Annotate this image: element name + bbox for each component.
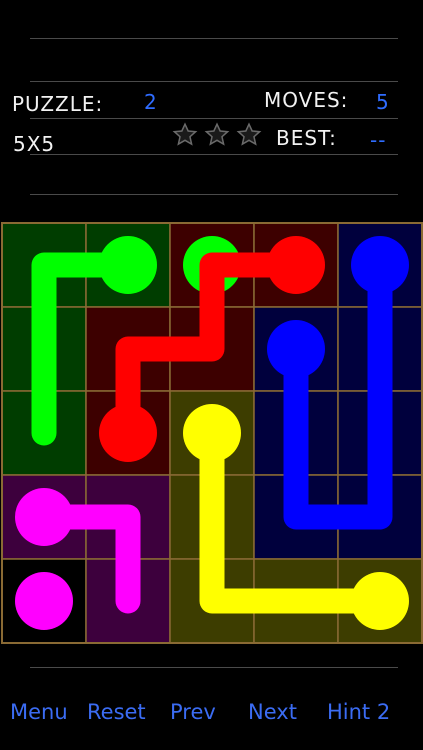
next-button[interactable]: Next — [248, 700, 297, 724]
blue-endpoint-dot[interactable] — [267, 320, 325, 378]
hint-button[interactable]: Hint 2 — [327, 700, 390, 724]
menu-button[interactable]: Menu — [10, 700, 68, 724]
magenta-endpoint-dot[interactable] — [15, 488, 73, 546]
red-endpoint-dot[interactable] — [99, 404, 157, 462]
green-endpoint-dot[interactable] — [99, 236, 157, 294]
magenta-endpoint-dot[interactable] — [15, 572, 73, 630]
puzzle-board[interactable] — [0, 0, 423, 750]
bottom-rule-1 — [30, 667, 398, 668]
yellow-endpoint-dot[interactable] — [183, 404, 241, 462]
yellow-endpoint-dot[interactable] — [351, 572, 409, 630]
prev-button[interactable]: Prev — [170, 700, 216, 724]
reset-button[interactable]: Reset — [87, 700, 146, 724]
red-endpoint-dot[interactable] — [267, 236, 325, 294]
bottom-menu: Menu Reset Prev Next Hint 2 — [0, 700, 423, 740]
blue-endpoint-dot[interactable] — [351, 236, 409, 294]
